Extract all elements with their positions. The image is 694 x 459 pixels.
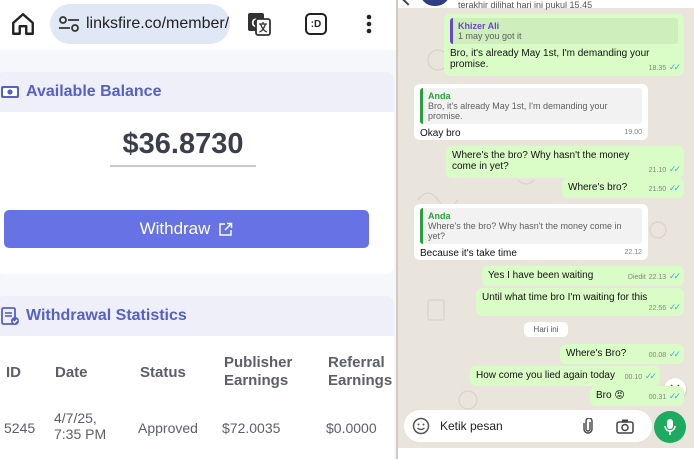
external-link-icon	[219, 222, 233, 236]
message-time: 00.31	[648, 394, 667, 401]
system-navigation-bar	[398, 448, 694, 459]
date-divider: Hari ini	[524, 322, 568, 337]
quoted-sender: Khizer Ali	[458, 21, 500, 31]
balance-amount: $36.8730	[110, 128, 256, 167]
read-receipt-icon: ✓✓	[668, 164, 681, 174]
url-text: linksfire.co/member/	[86, 15, 230, 32]
chat-message-out[interactable]: Until what time bro I'm waiting for this…	[476, 288, 684, 316]
message-text: Bro 😡	[596, 390, 625, 401]
translate-icon[interactable]: G	[246, 11, 272, 37]
col-header-referral-earnings: Referral Earnings	[328, 354, 393, 389]
more-options-icon[interactable]	[360, 11, 378, 37]
col-header-publisher-earnings: Publisher Earnings	[224, 354, 293, 389]
browser-toolbar: linksfire.co/member/ G :D	[0, 0, 396, 50]
read-receipt-icon: ✓✓	[668, 271, 681, 281]
quoted-sender: Anda	[428, 91, 451, 101]
read-receipt-icon: ✓✓	[668, 62, 681, 72]
chat-message-out[interactable]: Yes I have been waiting Diedit 22.13 ✓✓	[482, 266, 684, 286]
attach-icon[interactable]	[582, 418, 594, 434]
message-time: 22.12	[624, 249, 642, 256]
quoted-text: 1 may you got it	[458, 31, 522, 41]
cell-status: Approved	[138, 420, 198, 436]
chat-message-in[interactable]: Anda Where's the bro? Why hasn't the mon…	[414, 204, 648, 260]
message-text: Where's the bro? Why hasn't the money co…	[452, 150, 630, 172]
chat-message-out[interactable]: Where's Bro? 00.08 ✓✓	[560, 344, 684, 364]
quoted-message[interactable]: Khizer Ali 1 may you got it	[450, 18, 678, 44]
tab-switcher-label: :D	[310, 18, 322, 30]
message-time: 22.56	[648, 305, 667, 312]
quoted-message[interactable]: Anda Bro, it's already May 1st, I'm dema…	[420, 88, 642, 124]
back-arrow-icon[interactable]	[402, 0, 414, 6]
cell-referral-earnings: $0.0000	[326, 420, 377, 436]
available-balance-header: Available Balance	[0, 72, 394, 112]
quoted-message[interactable]: Anda Where's the bro? Why hasn't the mon…	[420, 208, 642, 244]
col-header-date: Date	[55, 364, 88, 381]
message-time: 19.00	[624, 129, 642, 136]
message-text: Because it's take time	[420, 248, 517, 259]
message-text: How come you lied again today	[476, 370, 615, 381]
chat-message-out[interactable]: Bro 😡 00.31 ✓✓	[590, 386, 684, 406]
message-text: Where's bro?	[568, 182, 628, 193]
cell-id: 5245	[4, 420, 36, 436]
withdrawal-statistics-header: Withdrawal Statistics	[0, 296, 394, 336]
quoted-sender: Anda	[428, 211, 451, 221]
document-check-icon	[1, 307, 19, 325]
edited-label: Diedit	[627, 274, 646, 281]
tab-switcher-button[interactable]: :D	[305, 13, 327, 35]
message-placeholder: Ketik pesan	[440, 419, 503, 433]
message-time: 22.13	[648, 274, 667, 281]
message-text: Yes I have been waiting	[488, 270, 594, 281]
chat-message-in[interactable]: Anda Bro, it's already May 1st, I'm dema…	[414, 84, 648, 140]
chat-header: terakhir dilihat hari ini pukul 15.45	[398, 0, 694, 10]
chat-message-out[interactable]: How come you lied again today 00.10 ✓✓	[470, 366, 660, 386]
read-receipt-icon: ✓✓	[668, 183, 681, 193]
withdraw-button[interactable]: Withdraw	[4, 210, 369, 248]
cell-date: 4/7/25, 7:35 PM	[54, 410, 107, 442]
read-receipt-icon: ✓✓	[668, 391, 681, 401]
read-receipt-icon: ✓✓	[668, 302, 681, 312]
chat-message-out[interactable]: Khizer Ali 1 may you got it Bro, it's al…	[444, 14, 684, 76]
message-text: Bro, it's already May 1st, I'm demanding…	[450, 48, 650, 70]
last-seen-status: terakhir dilihat hari ini pukul 15.45	[458, 0, 593, 10]
sticker-icon[interactable]	[412, 417, 430, 435]
microphone-icon	[664, 419, 676, 435]
available-balance-card: Available Balance $36.8730 Withdraw	[0, 72, 394, 274]
message-text: Okay bro	[420, 128, 461, 139]
withdrawal-statistics-card: Withdrawal Statistics ID Date Status Pub…	[0, 296, 394, 459]
col-header-status: Status	[140, 364, 186, 381]
chat-message-out[interactable]: Where's bro? 21.50 ✓✓	[562, 178, 684, 198]
message-text: Where's Bro?	[566, 348, 627, 359]
camera-icon[interactable]	[616, 418, 634, 434]
chat-message-out[interactable]: Where's the bro? Why hasn't the money co…	[446, 146, 684, 178]
withdrawal-statistics-title: Withdrawal Statistics	[26, 307, 187, 324]
browser-pane: linksfire.co/member/ G :D Available Bala…	[0, 0, 396, 459]
read-receipt-icon: ✓✓	[668, 349, 681, 359]
cell-publisher-earnings: $72.0035	[222, 420, 281, 436]
message-time: 21.50	[648, 186, 667, 193]
message-input[interactable]: Ketik pesan	[404, 410, 652, 442]
money-icon	[1, 86, 19, 98]
withdraw-label: Withdraw	[139, 219, 211, 238]
home-icon[interactable]	[10, 11, 36, 37]
chat-pane: terakhir dilihat hari ini pukul 15.45 Kh…	[396, 0, 694, 459]
address-bar[interactable]: linksfire.co/member/	[50, 4, 230, 44]
read-receipt-icon: ✓✓	[644, 371, 657, 381]
message-time: 00.08	[648, 352, 667, 359]
site-settings-icon[interactable]	[58, 16, 80, 32]
message-time: 21.10	[648, 167, 667, 174]
col-header-id: ID	[6, 364, 21, 381]
contact-avatar[interactable]	[420, 0, 450, 6]
quoted-text: Bro, it's already May 1st, I'm demanding…	[428, 101, 608, 121]
quoted-text: Where's the bro? Why hasn't the money co…	[428, 221, 622, 241]
message-time: 00.10	[624, 374, 643, 381]
available-balance-title: Available Balance	[26, 83, 162, 100]
voice-message-button[interactable]	[654, 411, 686, 443]
message-time: 18.35	[648, 65, 667, 72]
